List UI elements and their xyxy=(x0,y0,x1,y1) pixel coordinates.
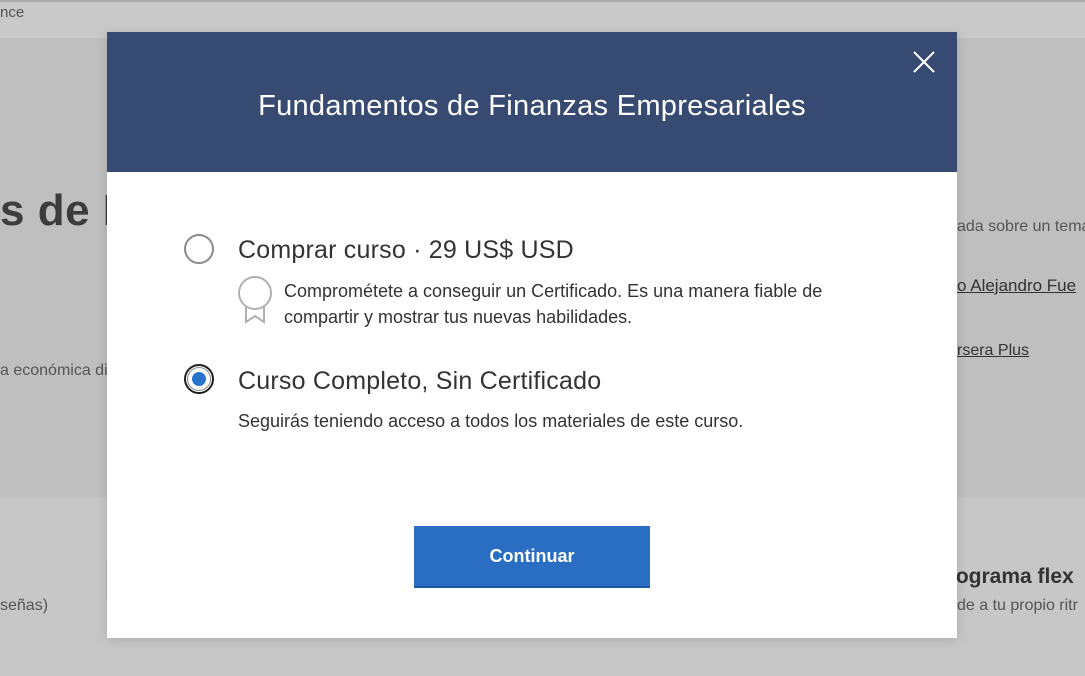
radio-full-course[interactable] xyxy=(184,364,214,394)
option-full-course-label: Curso Completo, Sin Certificado xyxy=(238,367,602,395)
continue-button[interactable]: Continuar xyxy=(414,526,650,588)
close-icon[interactable] xyxy=(909,47,939,77)
option-purchase-label: Comprar curso · 29 US$ USD xyxy=(238,236,574,264)
background-course-description: a económica di xyxy=(0,362,108,379)
option-purchase-description: Comprométete a conseguir un Certificado.… xyxy=(284,281,823,327)
background-topbar-text: nce xyxy=(0,4,25,21)
page: nce s de F a económica di señas) ada sob… xyxy=(0,0,1085,676)
enroll-modal: Fundamentos de Finanzas Empresariales Co… xyxy=(107,32,957,638)
option-full-course-description: Seguirás teniendo acceso a todos los mat… xyxy=(238,411,744,431)
background-plus-link: rsera Plus xyxy=(957,342,1030,359)
modal-title: Fundamentos de Finanzas Empresariales xyxy=(258,90,806,122)
background-reviews-text: señas) xyxy=(0,597,49,614)
background-right-text: ada sobre un tema xyxy=(957,218,1085,235)
radio-purchase-course[interactable] xyxy=(184,234,214,264)
background-instructor-link: o Alejandro Fue xyxy=(957,276,1077,295)
background-schedule-heading: nograma flex xyxy=(943,565,1074,588)
modal-header: Fundamentos de Finanzas Empresariales xyxy=(107,32,957,172)
certificate-ribbon-icon xyxy=(238,276,272,324)
background-schedule-text: de a tu propio ritr xyxy=(957,597,1078,614)
